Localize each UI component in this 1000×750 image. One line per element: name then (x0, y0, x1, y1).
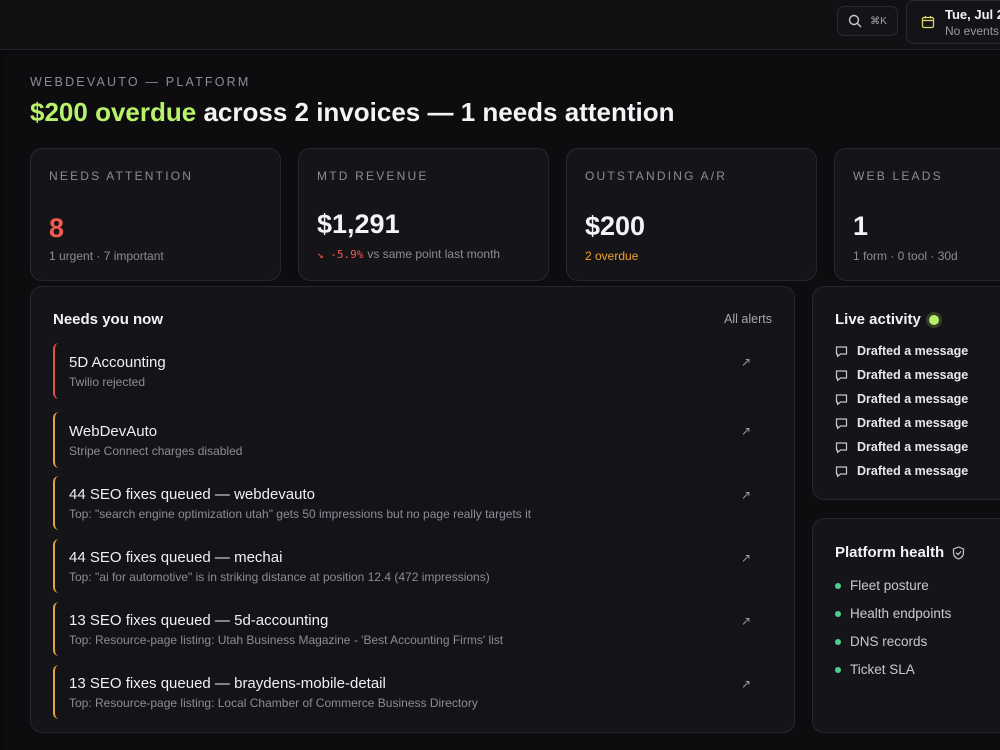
alert-desc: Top: Resource-page listing: Utah Busines… (69, 633, 504, 647)
page-eyebrow: WEBDEVAUTO — PLATFORM (30, 75, 251, 89)
health-label: Health endpoints (850, 606, 952, 621)
stat-value: 1 (853, 211, 869, 241)
panel-title: Platform health (835, 544, 965, 561)
stat-label: NEEDS ATTENTION (49, 169, 194, 183)
headline-rest: across 2 invoices — 1 needs attention (196, 97, 675, 127)
live-activity-title: Live activity (835, 311, 921, 328)
alert-title: 44 SEO fixes queued — mechai (69, 549, 283, 566)
arrow-up-right-icon: ↗ (740, 551, 751, 565)
arrow-up-right-icon: ↗ (740, 424, 751, 438)
activity-label: Drafted a message (857, 392, 969, 406)
stat-sub: 2 overdue (585, 249, 639, 263)
activity-item[interactable]: Drafted a message (835, 368, 968, 382)
all-alerts-link[interactable]: All alerts (724, 312, 772, 326)
live-indicator-icon (928, 315, 939, 326)
delta-value: ↘ -5.9% (317, 248, 364, 261)
activity-item[interactable]: Drafted a message (835, 440, 968, 454)
stat-value: $1,291 (317, 209, 400, 239)
alert-item[interactable]: 44 SEO fixes queued — mechai Top: "ai fo… (53, 539, 761, 593)
health-item[interactable]: Health endpoints (835, 606, 951, 621)
stat-sub: 1 form · 0 tool · 30d (853, 249, 958, 263)
alert-title: 44 SEO fixes queued — webdevauto (69, 486, 315, 503)
message-icon (835, 393, 848, 405)
activity-item[interactable]: Drafted a message (835, 392, 968, 406)
message-icon (835, 369, 848, 381)
calendar-icon (921, 16, 935, 29)
alert-desc: Top: "search engine optimization utah" g… (69, 507, 532, 521)
message-icon (835, 441, 848, 453)
alert-title: 13 SEO fixes queued — 5d-accounting (69, 612, 329, 629)
health-item[interactable]: Ticket SLA (835, 662, 915, 677)
status-ok-icon (835, 582, 841, 589)
stat-card-outstanding-ar[interactable]: OUTSTANDING A/R $200 2 overdue (566, 148, 817, 281)
activity-item[interactable]: Drafted a message (835, 344, 968, 358)
alert-desc: Top: "ai for automotive" is in striking … (69, 570, 490, 584)
stat-label: OUTSTANDING A/R (585, 169, 728, 183)
health-label: DNS records (850, 634, 928, 649)
arrow-up-right-icon: ↗ (740, 677, 751, 691)
activity-item[interactable]: Drafted a message (835, 416, 968, 430)
message-icon (835, 417, 848, 429)
stat-card-mtd-revenue[interactable]: MTD REVENUE $1,291 ↘ -5.9% vs same point … (298, 148, 549, 281)
top-bar: ⌘K Tue, Jul 2 No events (0, 0, 1000, 50)
stat-card-web-leads[interactable]: WEB LEADS 1 1 form · 0 tool · 30d (834, 148, 1000, 281)
search-shortcut: ⌘K (870, 15, 887, 27)
date-label: Tue, Jul 2 (945, 6, 1000, 22)
alert-desc: Twilio rejected (69, 375, 146, 389)
status-ok-icon (835, 638, 841, 645)
stat-value: $200 (585, 211, 646, 241)
arrow-up-right-icon: ↗ (740, 488, 751, 502)
panel-title: Needs you now (53, 311, 164, 328)
panel-title: Live activity (835, 311, 939, 328)
shield-check-icon (953, 545, 965, 560)
health-label: Ticket SLA (850, 662, 915, 677)
activity-item[interactable]: Drafted a message (835, 464, 968, 478)
alert-item[interactable]: 44 SEO fixes queued — webdevauto Top: "s… (53, 476, 761, 530)
stat-value: 8 (49, 213, 65, 243)
activity-label: Drafted a message (857, 344, 969, 358)
alert-item[interactable]: 13 SEO fixes queued — braydens-mobile-de… (53, 665, 761, 719)
activity-label: Drafted a message (857, 464, 969, 478)
needs-you-now-panel: Needs you now All alerts 5D Accounting T… (30, 286, 795, 733)
health-item[interactable]: DNS records (835, 634, 927, 649)
platform-health-panel: Platform health Fleet posture Health end… (812, 518, 1000, 733)
health-item[interactable]: Fleet posture (835, 578, 929, 593)
headline-accent: $200 overdue (30, 97, 197, 127)
activity-label: Drafted a message (857, 416, 969, 430)
stat-label: WEB LEADS (853, 169, 943, 183)
platform-health-title: Platform health (835, 544, 945, 561)
stat-label: MTD REVENUE (317, 169, 429, 183)
health-label: Fleet posture (850, 578, 929, 593)
status-ok-icon (835, 610, 841, 617)
stat-sub: 1 urgent · 7 important (49, 249, 164, 263)
calendar-chip[interactable]: Tue, Jul 2 No events (906, 0, 1000, 44)
stat-card-needs-attention[interactable]: NEEDS ATTENTION 8 1 urgent · 7 important (30, 148, 281, 281)
message-icon (835, 345, 848, 357)
status-ok-icon (835, 666, 841, 673)
live-activity-panel: Live activity Drafted a message Drafted … (812, 286, 1000, 500)
stat-sub: ↘ -5.9% vs same point last month (317, 247, 500, 261)
activity-label: Drafted a message (857, 368, 969, 382)
alert-title: WebDevAuto (69, 423, 158, 440)
alert-title: 5D Accounting (69, 354, 166, 371)
arrow-up-right-icon: ↗ (740, 355, 751, 369)
alert-item[interactable]: WebDevAuto Stripe Connect charges disabl… (53, 412, 761, 468)
alert-item[interactable]: 13 SEO fixes queued — 5d-accounting Top:… (53, 602, 761, 656)
search-icon (848, 14, 862, 28)
alert-desc: Stripe Connect charges disabled (69, 444, 243, 458)
alert-desc: Top: Resource-page listing: Local Chambe… (69, 696, 478, 710)
alert-title: 13 SEO fixes queued — braydens-mobile-de… (69, 675, 386, 692)
activity-label: Drafted a message (857, 440, 969, 454)
events-label: No events (945, 23, 1000, 38)
delta-label: vs same point last month (367, 247, 501, 261)
search-button[interactable]: ⌘K (837, 6, 898, 36)
message-icon (835, 465, 848, 477)
alert-item[interactable]: 5D Accounting Twilio rejected ↗ (53, 343, 761, 399)
arrow-up-right-icon: ↗ (740, 614, 751, 628)
page-headline: $200 overdue across 2 invoices — 1 needs… (30, 97, 675, 128)
